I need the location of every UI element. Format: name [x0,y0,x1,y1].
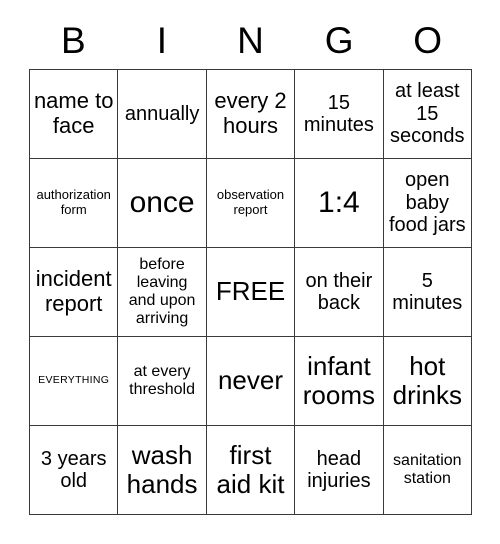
bingo-cell-text: first aid kit [216,439,285,499]
bingo-cell-g4[interactable]: infant rooms [295,337,384,426]
bingo-cell-text: sanitation station [393,452,462,487]
bingo-cell-b4[interactable]: EVERYTHING [30,337,119,426]
bingo-cell-g3[interactable]: on their back [295,248,384,337]
bingo-cell-free[interactable]: FREE [206,248,296,337]
bingo-cell-text: infant rooms [302,350,376,410]
bingo-cell-text: EVERYTHING [38,374,110,387]
header-letter-i: I [156,19,168,61]
header-letter-g: G [324,19,354,61]
bingo-cell-o3[interactable]: 5 minutes [383,248,472,337]
bingo-cell-b3[interactable]: incident report [30,248,119,337]
bingo-cell-b2[interactable]: authorization form [30,159,119,248]
bingo-cell-text: once [129,186,195,220]
bingo-cell-i5[interactable]: wash hands [118,426,207,515]
bingo-header: B I N G O [29,14,472,66]
bingo-cell-n1[interactable]: every 2 hours [206,70,296,159]
bingo-cell-text: on their back [305,269,373,314]
bingo-cell-text: wash hands [126,439,198,499]
bingo-cell-text: 15 minutes [303,91,374,136]
bingo-cell-o4[interactable]: hot drinks [383,337,472,426]
bingo-cell-n2[interactable]: observation report [206,159,296,248]
bingo-card: B I N G O name to face annually every 2 … [0,0,500,544]
bingo-cell-g1[interactable]: 15 minutes [295,70,384,159]
bingo-cell-g2[interactable]: 1:4 [295,159,384,248]
bingo-cell-text: 5 minutes [392,269,463,314]
bingo-cell-text: annually [124,102,200,125]
bingo-cell-text: at least 15 seconds [390,80,465,148]
bingo-cell-i3[interactable]: before leaving and upon arriving [118,248,207,337]
header-letter-b: B [60,19,86,61]
bingo-cell-text: authorization form [36,187,111,217]
bingo-cell-text: every 2 hours [214,88,287,138]
bingo-cell-text: 1:4 [318,186,360,220]
bingo-cell-i2[interactable]: once [118,159,207,248]
bingo-cell-n4[interactable]: never [206,337,296,426]
bingo-cell-text: before leaving and upon arriving [128,256,196,327]
bingo-cell-o5[interactable]: sanitation station [383,426,472,515]
bingo-cell-text: open baby food jars [388,169,466,237]
bingo-cell-b5[interactable]: 3 years old [30,426,119,515]
bingo-cell-g5[interactable]: head injuries [295,426,384,515]
bingo-cell-text: head injuries [307,447,371,492]
header-letter-n: N [237,19,264,61]
bingo-grid: name to face annually every 2 hours 15 m… [29,69,472,515]
bingo-cell-text: 3 years old [40,447,107,492]
bingo-cell-text: never [217,365,284,396]
bingo-cell-n5[interactable]: first aid kit [206,426,296,515]
bingo-cell-b1[interactable]: name to face [30,70,119,159]
bingo-cell-i4[interactable]: at every threshold [118,337,207,426]
bingo-cell-i1[interactable]: annually [118,70,207,159]
bingo-cell-text: hot drinks [392,350,462,410]
bingo-cell-text: FREE [215,276,286,307]
header-letter-o: O [413,19,443,61]
bingo-cell-text: observation report [216,187,285,217]
bingo-cell-o1[interactable]: at least 15 seconds [383,70,472,159]
bingo-cell-text: incident report [35,266,112,316]
bingo-cell-text: name to face [33,88,114,138]
bingo-cell-text: at every threshold [129,363,195,398]
bingo-cell-o2[interactable]: open baby food jars [383,159,472,248]
